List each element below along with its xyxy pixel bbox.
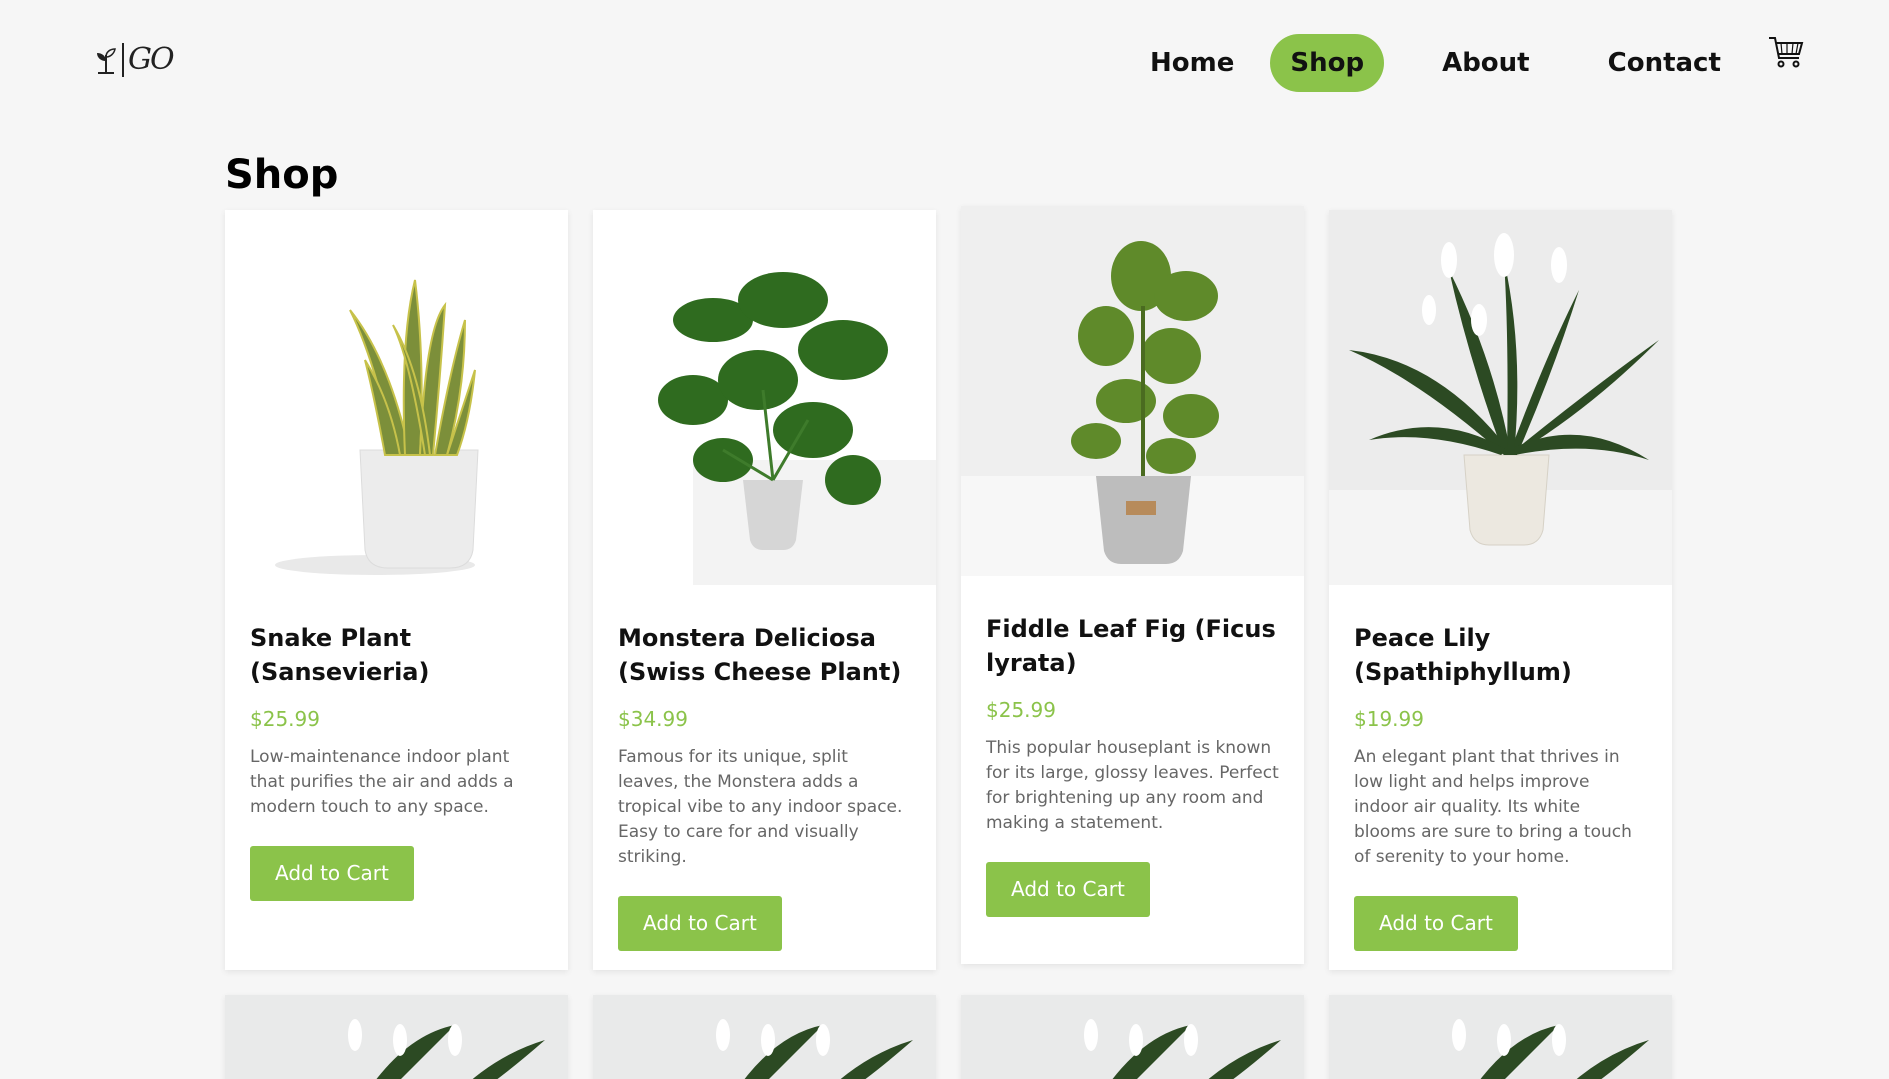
plant-sprout-icon (97, 47, 116, 74)
product-name: Snake Plant (Sansevieria) (250, 624, 430, 686)
product-image (348, 1019, 545, 1079)
product-card (1329, 995, 1672, 1079)
product-price: $25.99 (250, 707, 320, 731)
product-card (593, 995, 936, 1079)
logo[interactable]: GO (94, 42, 175, 77)
product-card (961, 995, 1304, 1079)
product-description: Famous for its unique, split leaves, the… (618, 747, 903, 867)
product-description: Low-maintenance indoor plant that purifi… (250, 747, 514, 817)
product-description: An elegant plant that thrives in low lig… (1354, 747, 1632, 867)
nav-contact[interactable]: Contact (1588, 34, 1741, 92)
cart-icon[interactable] (1766, 32, 1806, 76)
add-to-cart-button[interactable]: Add to Cart (250, 846, 414, 901)
product-card: Monstera Deliciosa (Swiss Cheese Plant) … (593, 210, 936, 970)
product-card: Peace Lily (Spathiphyllum) $19.99 An ele… (1329, 210, 1672, 970)
product-name: Peace Lily (Spathiphyllum) (1354, 624, 1572, 686)
logo-text: GO (128, 42, 175, 77)
product-image (1452, 1019, 1649, 1079)
product-image (593, 210, 936, 585)
product-price: $25.99 (986, 698, 1056, 722)
product-card: Snake Plant (Sansevieria) $25.99 Low-mai… (225, 210, 568, 970)
page-title: Shop (225, 152, 339, 198)
nav-home[interactable]: Home (1130, 34, 1254, 92)
product-image (1329, 210, 1672, 585)
product-image (1084, 1019, 1281, 1079)
nav-about[interactable]: About (1422, 34, 1550, 92)
logo-divider (122, 42, 124, 77)
add-to-cart-button[interactable]: Add to Cart (618, 896, 782, 951)
product-price: $19.99 (1354, 707, 1424, 731)
product-image (961, 206, 1304, 576)
add-to-cart-button[interactable]: Add to Cart (1354, 896, 1518, 951)
nav-shop[interactable]: Shop (1270, 34, 1385, 92)
product-price: $34.99 (618, 707, 688, 731)
add-to-cart-button[interactable]: Add to Cart (986, 862, 1150, 917)
product-description: This popular houseplant is known for its… (986, 738, 1279, 833)
product-image (716, 1019, 913, 1079)
product-card (225, 995, 568, 1079)
main-nav: Home Shop About Contact (1130, 34, 1757, 92)
product-name: Monstera Deliciosa (Swiss Cheese Plant) (618, 624, 902, 686)
product-image (225, 210, 568, 585)
product-name: Fiddle Leaf Fig (Ficus lyrata) (986, 615, 1276, 677)
product-card: Fiddle Leaf Fig (Ficus lyrata) $25.99 Th… (961, 206, 1304, 964)
